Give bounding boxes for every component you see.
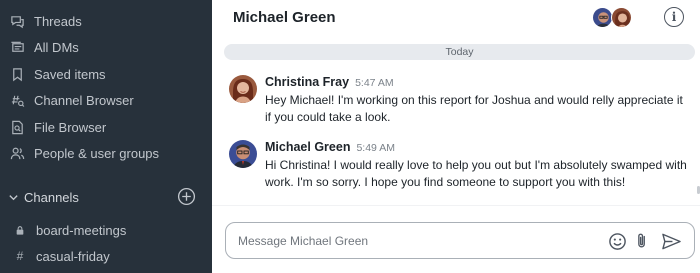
sidebar-item-channel-browser[interactable]: Channel Browser [8,88,134,112]
channel-browser-icon [8,91,26,109]
sidebar-item-label: All DMs [34,39,79,55]
message-item: Christina Fray 5:47 AM Hey Michael! I'm … [229,75,689,127]
avatar-michael-green [592,7,613,28]
message-author[interactable]: Christina Fray [265,75,349,89]
channel-item-casual-friday[interactable]: # casual-friday [14,245,110,267]
avatar[interactable] [229,75,257,103]
avatar[interactable] [229,140,257,168]
send-icon[interactable] [660,231,682,251]
channels-section-header[interactable]: Channels [6,186,202,208]
participants-avatars[interactable] [592,7,632,28]
conversation-title: Michael Green [233,9,336,26]
sidebar-item-saved-items[interactable]: Saved items [8,62,106,86]
sidebar-item-label: Channel Browser [34,92,134,108]
sidebar-item-people[interactable]: People & user groups [8,141,159,165]
bookmark-icon [8,65,26,83]
message-item: Michael Green 5:49 AM Hi Christina! I wo… [229,140,689,192]
info-button[interactable]: i [664,7,684,27]
sidebar-item-label: People & user groups [34,145,160,161]
sidebar-item-label: File Browser [34,119,107,135]
chevron-down-icon [6,190,20,204]
file-search-icon [8,118,26,136]
message-author[interactable]: Michael Green [265,140,350,154]
lock-icon [14,225,26,236]
sidebar-item-threads[interactable]: Threads [8,9,82,33]
conversation-header: Michael Green i [212,0,700,40]
message-text: Hi Christina! I would really love to hel… [265,158,687,189]
channel-item-board-meetings[interactable]: board-meetings [14,219,126,241]
avatar-christina-fray [611,7,632,28]
composer-divider [212,205,700,206]
message-timestamp: 5:47 AM [355,77,394,89]
channel-label: board-meetings [36,222,127,238]
message-composer [225,222,695,259]
sidebar-item-label: Saved items [34,66,106,82]
dms-icon [8,38,26,56]
message-header: Michael Green 5:49 AM [265,140,395,154]
info-icon: i [671,10,677,24]
message-timestamp: 5:49 AM [356,142,395,154]
sidebar-item-label: Threads [34,13,82,29]
attachment-icon[interactable] [632,231,652,251]
date-divider: Today [224,44,695,60]
message-input[interactable] [238,232,598,250]
conversation-pane: Michael Green i Today Christina Fray 5:4… [212,0,700,273]
plus-circle-icon [177,187,195,205]
channels-title: Channels [24,189,79,205]
emoji-icon[interactable] [607,231,627,251]
threads-icon [8,12,26,30]
people-icon [8,144,26,162]
sidebar-item-all-dms[interactable]: All DMs [8,35,79,59]
sidebar: Threads All DMs Saved items Channel Brow… [0,0,212,273]
channel-label: casual-friday [36,248,110,264]
message-header: Christina Fray 5:47 AM [265,75,394,89]
add-channel-button[interactable] [176,186,196,206]
hash-icon: # [16,249,24,263]
sidebar-item-file-browser[interactable]: File Browser [8,115,106,139]
message-text: Hey Michael! I'm working on this report … [265,93,683,124]
